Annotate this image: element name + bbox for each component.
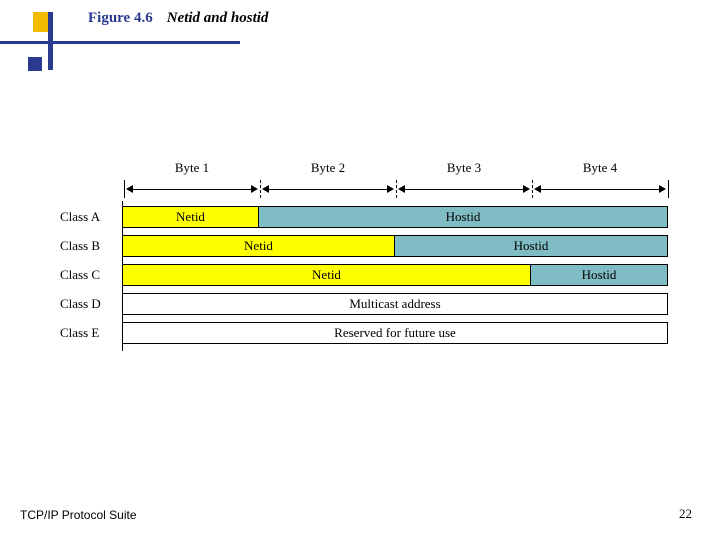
byte-label: Byte 1: [124, 160, 260, 176]
class-body: Multicast address: [122, 293, 668, 315]
segment-netid: Netid: [123, 207, 259, 227]
byte-extent-arrows: [124, 180, 668, 198]
arrowhead-right-icon: [523, 185, 530, 193]
byte-label: Byte 2: [260, 160, 396, 176]
class-body: Netid Hostid: [122, 264, 668, 286]
arrow-line: [268, 189, 388, 190]
class-row: Class D Multicast address: [60, 293, 668, 315]
byte-header-row: Byte 1 Byte 2 Byte 3 Byte 4: [124, 160, 668, 204]
class-row: Class B Netid Hostid: [60, 235, 668, 257]
segment-hostid: Hostid: [531, 265, 667, 285]
tick: [124, 180, 125, 198]
row-left-tick: [122, 317, 123, 351]
arrowhead-right-icon: [659, 185, 666, 193]
class-label: Class B: [60, 235, 122, 257]
tick: [396, 180, 397, 198]
byte-label: Byte 4: [532, 160, 668, 176]
decor-blue-square: [28, 57, 42, 71]
tick: [668, 180, 669, 198]
decor-vertical-bar: [48, 12, 53, 70]
arrow-line: [540, 189, 660, 190]
slide-title: Figure 4.6 Netid and hostid: [88, 10, 268, 27]
segment-netid: Netid: [123, 236, 395, 256]
figure-title: Netid and hostid: [167, 10, 269, 27]
netid-hostid-diagram: Byte 1 Byte 2 Byte 3 Byte 4: [60, 160, 668, 351]
class-label: Class A: [60, 206, 122, 228]
class-label: Class E: [60, 322, 122, 344]
arrow-line: [404, 189, 524, 190]
arrowhead-right-icon: [251, 185, 258, 193]
segment-multicast: Multicast address: [123, 294, 667, 314]
class-body: Netid Hostid: [122, 206, 668, 228]
arrowhead-right-icon: [387, 185, 394, 193]
class-row: Class C Netid Hostid: [60, 264, 668, 286]
segment-hostid: Hostid: [259, 207, 667, 227]
class-body: Reserved for future use: [122, 322, 668, 344]
decor-gold-square: [33, 12, 53, 32]
class-label: Class D: [60, 293, 122, 315]
class-body: Netid Hostid: [122, 235, 668, 257]
tick: [260, 180, 261, 198]
segment-hostid: Hostid: [395, 236, 667, 256]
tick: [532, 180, 533, 198]
class-label: Class C: [60, 264, 122, 286]
class-rows: Class A Netid Hostid Class B Netid Hosti…: [60, 206, 668, 344]
segment-reserved: Reserved for future use: [123, 323, 667, 343]
figure-label: Figure 4.6: [88, 10, 153, 27]
class-row: Class A Netid Hostid: [60, 206, 668, 228]
page-number: 22: [679, 506, 692, 522]
segment-netid: Netid: [123, 265, 531, 285]
byte-label: Byte 3: [396, 160, 532, 176]
footer-source: TCP/IP Protocol Suite: [20, 508, 137, 522]
arrow-line: [132, 189, 252, 190]
class-row: Class E Reserved for future use: [60, 322, 668, 344]
decor-horizontal-bar: [0, 41, 240, 44]
